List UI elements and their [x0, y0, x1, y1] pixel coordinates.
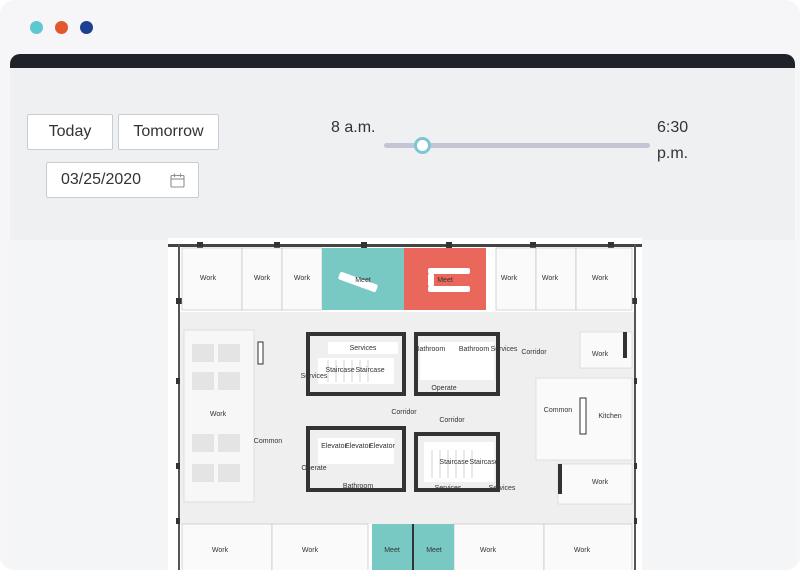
label-services-2: Services — [301, 373, 328, 380]
floor-plan: Work Work Work Work Work Work Meet Meet — [168, 238, 642, 570]
label-work-bottom-4: Work — [574, 547, 591, 554]
label-work-1: Work — [200, 275, 217, 282]
label-work-left: Work — [210, 411, 227, 418]
label-kitchen: Kitchen — [598, 413, 621, 420]
label-corridor-2: Corridor — [391, 409, 417, 416]
bottom-meet-divider — [412, 524, 414, 570]
label-meet-bottom-2: Meet — [426, 547, 442, 554]
label-bathroom-1: Bathroom — [415, 346, 446, 353]
app-frame: Today Tomorrow 03/25/2020 8 a.m. 6:30 p.… — [0, 0, 800, 570]
date-field[interactable]: 03/25/2020 — [46, 162, 199, 198]
title-bar — [10, 54, 795, 68]
label-bathroom-3: Bathroom — [343, 483, 374, 490]
label-common-left: Common — [254, 438, 283, 445]
time-end-label: 6:30 — [657, 119, 689, 136]
label-work-4: Work — [501, 275, 518, 282]
label-services-3: Services — [491, 346, 518, 353]
calendar-icon[interactable] — [170, 173, 185, 188]
label-work-5: Work — [542, 275, 559, 282]
label-operate-1: Operate — [431, 385, 456, 392]
label-staircase-1: Staircase — [325, 367, 354, 374]
label-common-right: Common — [544, 407, 573, 414]
label-corridor-3: Corridor — [439, 417, 465, 424]
label-work-6: Work — [592, 275, 609, 282]
label-work-bottom-3: Work — [480, 547, 497, 554]
label-work-2: Work — [254, 275, 271, 282]
tomorrow-button[interactable]: Tomorrow — [118, 114, 219, 150]
label-elevator-2: Elevator — [345, 443, 371, 450]
window-dot-orange[interactable] — [55, 21, 68, 34]
label-services-4: Services — [435, 485, 462, 492]
time-start-label: 8 a.m. — [331, 119, 376, 136]
label-bathroom-2: Bathroom — [459, 346, 490, 353]
left-cabinet — [257, 341, 264, 365]
label-work-bottom-2: Work — [302, 547, 319, 554]
window-dot-blue[interactable] — [80, 21, 93, 34]
today-button[interactable]: Today — [27, 114, 113, 150]
label-staircase-2: Staircase — [355, 367, 384, 374]
label-services-5: Services — [489, 485, 516, 492]
time-slider-thumb[interactable] — [414, 137, 431, 154]
time-end-label-suffix: p.m. — [657, 145, 689, 162]
right-partition-2 — [558, 464, 562, 494]
label-work-bottom-1: Work — [212, 547, 229, 554]
label-meet-1: Meet — [355, 277, 371, 284]
label-elevator-1: Elevator — [321, 443, 347, 450]
outer-wall-top — [168, 244, 642, 247]
label-meet-bottom-1: Meet — [384, 547, 400, 554]
app-window: Today Tomorrow 03/25/2020 8 a.m. 6:30 p.… — [10, 54, 795, 570]
label-staircase-4: Staircase — [469, 459, 498, 466]
label-work-right-2: Work — [592, 479, 609, 486]
label-services-1: Services — [350, 345, 377, 352]
controls-panel: Today Tomorrow 03/25/2020 8 a.m. 6:30 p.… — [10, 68, 795, 240]
right-partition-1 — [623, 332, 627, 358]
window-dot-teal[interactable] — [30, 21, 43, 34]
label-elevator-3: Elevator — [369, 443, 395, 450]
kitchen-counter — [579, 397, 587, 435]
label-operate-2: Operate — [301, 465, 326, 472]
label-staircase-3: Staircase — [439, 459, 468, 466]
label-work-3: Work — [294, 275, 311, 282]
date-value: 03/25/2020 — [61, 171, 142, 188]
label-work-right-1: Work — [592, 351, 609, 358]
label-meet-2: Meet — [437, 277, 453, 284]
label-corridor-1: Corridor — [521, 349, 547, 356]
